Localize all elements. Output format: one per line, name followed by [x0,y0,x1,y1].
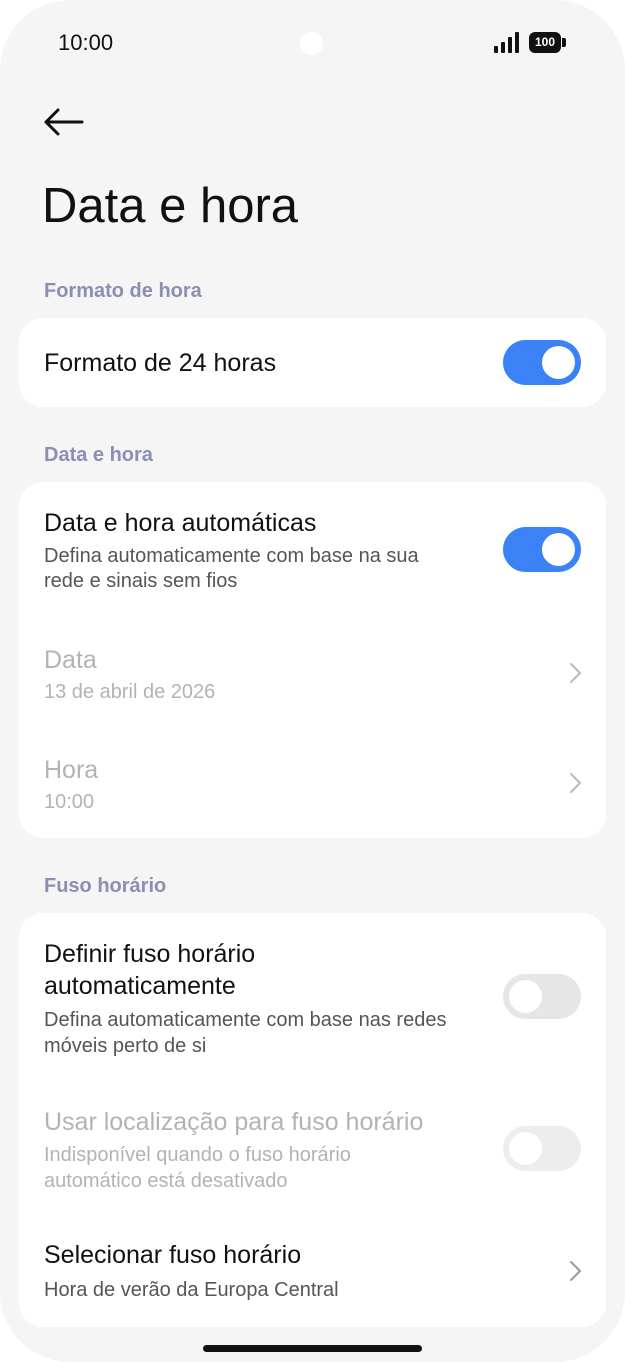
row-location-time-zone-desc-2: automático está desativado [44,1170,288,1192]
row-auto-date-time[interactable]: Data e hora automáticas Defina automatic… [19,482,606,610]
toggle-location-time-zone [503,1126,581,1171]
row-date: Data 13 de abril de 2026 [19,612,606,722]
row-auto-date-time-desc-1: Defina automaticamente com base na sua [44,545,419,567]
row-24h-format-label: Formato de 24 horas [44,349,277,377]
row-date-label: Data [44,646,97,674]
card-time-format: Formato de 24 horas [19,318,606,407]
battery-icon: 100 [529,32,561,53]
toggle-auto-date-time[interactable] [503,527,581,572]
row-date-value: 13 de abril de 2026 [44,681,216,703]
back-button[interactable] [38,100,90,144]
toggle-auto-time-zone[interactable] [503,974,581,1019]
row-time-label: Hora [44,756,99,784]
row-auto-time-zone-desc-1: Defina automaticamente com base nas rede… [44,1009,447,1031]
card-time-zone: Definir fuso horário automaticamente Def… [19,913,606,1327]
toggle-24h-format[interactable] [503,340,581,385]
home-indicator[interactable] [203,1345,422,1352]
status-time: 10:00 [58,30,114,55]
row-location-time-zone: Usar localização para fuso horário Indis… [19,1081,606,1211]
row-select-time-zone[interactable]: Selecionar fuso horário Hora de verão da… [19,1211,606,1327]
row-time-value: 10:00 [44,791,95,813]
row-auto-time-zone-label-2: automaticamente [44,972,236,1000]
row-auto-date-time-label: Data e hora automáticas [44,509,317,537]
page-title: Data e hora [42,179,299,233]
arrow-left-icon [44,108,84,136]
battery-tip [562,38,566,47]
battery-level: 100 [534,35,556,49]
signal-icon [494,32,522,53]
status-bar: 10:00 100 [0,0,625,90]
row-location-time-zone-desc-1: Indisponível quando o fuso horário [44,1144,351,1166]
row-select-time-zone-value: Hora de verão da Europa Central [44,1279,339,1301]
card-date-time: Data e hora automáticas Defina automatic… [19,482,606,838]
row-select-time-zone-label: Selecionar fuso horário [44,1241,302,1269]
row-auto-date-time-desc-2: rede e sinais sem fios [44,570,238,592]
phone-screen: 10:00 100 Data e hora Formato de hora Fo… [0,0,625,1362]
chevron-right-icon [570,663,581,683]
chevron-right-icon [570,773,581,793]
section-header-time-zone: Fuso horário [44,875,167,897]
section-header-date-time: Data e hora [44,444,153,466]
row-auto-time-zone-label-1: Definir fuso horário [44,940,256,968]
section-header-time-format: Formato de hora [44,280,202,302]
row-24h-format[interactable]: Formato de 24 horas [19,318,606,407]
camera-cutout [300,32,323,55]
chevron-right-icon [570,1261,581,1281]
row-auto-time-zone[interactable]: Definir fuso horário automaticamente Def… [19,913,606,1081]
row-auto-time-zone-desc-2: móveis perto de si [44,1035,207,1057]
row-location-time-zone-label: Usar localização para fuso horário [44,1108,424,1136]
row-time: Hora 10:00 [19,722,606,832]
